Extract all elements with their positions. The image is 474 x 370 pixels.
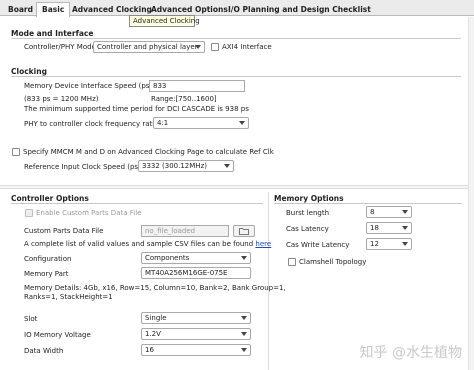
io-voltage-select[interactable]: 1.2V (141, 328, 251, 340)
slot-label: Slot (24, 315, 38, 323)
controller-phy-value: Controller and physical layer (97, 43, 198, 51)
slot-select[interactable]: Single (141, 312, 251, 324)
clamshell-checkbox[interactable] (288, 258, 296, 266)
cas-write-latency-select[interactable]: 12 (366, 238, 412, 250)
browse-button[interactable] (233, 225, 255, 237)
vertical-scrollbar[interactable] (468, 17, 474, 370)
chevron-down-icon (241, 332, 247, 336)
min-period-text: The minimum supported time period for DC… (24, 105, 249, 113)
ref-clock-label: Reference Input Clock Speed (ps) (24, 163, 141, 171)
folder-icon (239, 228, 249, 235)
tab-io-planning[interactable]: I/O Planning and Design Checklist (222, 2, 377, 16)
watermark: 知乎 @水生植物 (359, 345, 462, 361)
chevron-down-icon (224, 164, 230, 168)
axi4-label: AXI4 Interface (222, 43, 272, 51)
memory-details-line2: Ranks=1, StackHeight=1 (24, 293, 113, 301)
io-voltage-label: IO Memory Voltage (24, 331, 91, 339)
custom-file-input[interactable]: no_file_loaded (141, 225, 229, 237)
axi4-checkbox[interactable] (211, 43, 219, 51)
configuration-label: Configuration (24, 255, 72, 263)
controller-phy-select[interactable]: Controller and physical layer (93, 41, 205, 53)
csv-info-text: A complete list of valid values and samp… (24, 240, 271, 248)
mmcm-label: Specify MMCM M and D on Advanced Clockin… (23, 148, 274, 156)
chevron-down-icon (402, 226, 408, 230)
enable-custom-label: Enable Custom Parts Data File (36, 209, 142, 217)
ratio-label: PHY to controller clock frequency ratio (24, 120, 159, 128)
data-width-label: Data Width (24, 347, 64, 355)
cas-write-latency-label: Cas Write Latency (286, 241, 350, 249)
mode-heading: Mode and Interface (11, 29, 94, 38)
memory-details-line1: Memory Details: 4Gb, x16, Row=15, Column… (24, 284, 286, 292)
divider (11, 76, 461, 77)
chevron-down-icon (241, 348, 247, 352)
column-divider (268, 192, 269, 370)
memory-options-heading: Memory Options (274, 194, 344, 203)
enable-custom-checkbox[interactable] (25, 209, 33, 217)
divider (274, 203, 462, 204)
clamshell-label: Clamshell Topology (299, 258, 367, 266)
tab-bar: Board Basic Advanced Clocking Advanced O… (0, 0, 474, 17)
controller-options-heading: Controller Options (11, 194, 89, 203)
burst-length-label: Burst length (286, 209, 330, 217)
cas-latency-select[interactable]: 18 (366, 222, 412, 234)
chevron-down-icon (241, 256, 247, 260)
configuration-select[interactable]: Components (141, 252, 251, 264)
controller-phy-label: Controller/PHY Mode (24, 43, 96, 51)
csv-here-link[interactable]: here (255, 240, 271, 248)
slot-value: Single (145, 314, 167, 322)
data-width-select[interactable]: 16 (141, 344, 251, 356)
custom-file-label: Custom Parts Data File (24, 227, 104, 235)
divider (11, 38, 461, 39)
ref-clock-select[interactable]: 3332 (300.12MHz) (138, 160, 234, 172)
burst-length-select[interactable]: 8 (366, 206, 412, 218)
ref-clock-value: 3332 (300.12MHz) (142, 162, 207, 170)
chevron-down-icon (402, 210, 408, 214)
io-voltage-value: 1.2V (145, 330, 161, 338)
memory-part-value: MT40A256M16GE-075E (145, 269, 228, 277)
tooltip: Advanced Clocking (129, 15, 200, 27)
memory-part-select[interactable]: MT40A256M16GE-075E (141, 267, 251, 279)
tab-board[interactable]: Board (2, 2, 39, 16)
speed-range-text: Range:[750..1600] (151, 95, 217, 103)
csv-info-sentence: A complete list of valid values and samp… (24, 240, 254, 248)
data-width-value: 16 (145, 346, 154, 354)
chevron-down-icon (241, 316, 247, 320)
speed-mhz-text: (833 ps = 1200 MHz) (24, 95, 99, 103)
speed-input[interactable]: 833 (149, 80, 245, 92)
cas-latency-value: 18 (370, 224, 379, 232)
chevron-down-icon (239, 121, 245, 125)
chevron-down-icon (402, 242, 408, 246)
burst-length-value: 8 (370, 208, 375, 216)
ratio-select[interactable]: 4:1 (153, 117, 249, 129)
speed-label: Memory Device Interface Speed (ps) (24, 82, 153, 90)
splitter[interactable] (0, 185, 468, 189)
configuration-value: Components (145, 254, 190, 262)
mmcm-checkbox[interactable] (12, 148, 20, 156)
tab-advanced-options[interactable]: Advanced Options (145, 2, 234, 16)
cas-write-latency-value: 12 (370, 240, 379, 248)
ratio-value: 4:1 (157, 119, 169, 127)
clocking-heading: Clocking (11, 67, 47, 76)
cas-latency-label: Cas Latency (286, 225, 329, 233)
chevron-down-icon (195, 45, 201, 49)
memory-part-label: Memory Part (24, 270, 69, 278)
divider (11, 203, 263, 204)
